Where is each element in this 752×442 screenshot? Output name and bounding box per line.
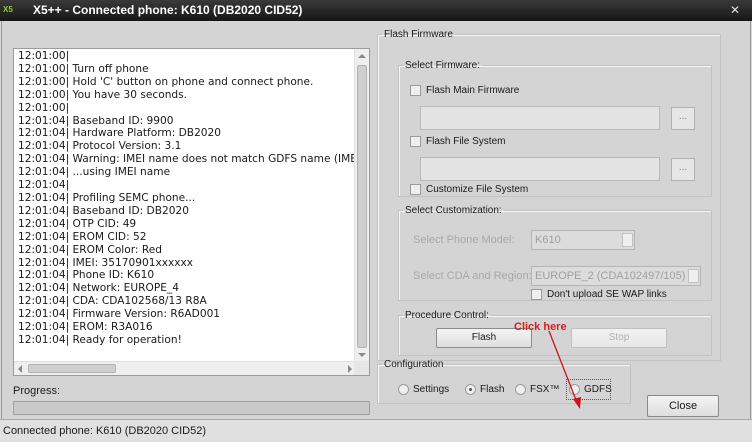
flash-file-system-label: Flash File System (426, 136, 506, 147)
settings-radio-label: Settings (413, 384, 450, 395)
window-title: X5++ - Connected phone: K610 (DB2020 CID… (33, 3, 303, 17)
browse-file-system-button[interactable]: ... (671, 158, 695, 181)
flash-main-firmware-label: Flash Main Firmware (426, 85, 520, 96)
phone-model-value: K610 (535, 234, 561, 246)
log-line: 12:01:04| Firmware Version: R6AD001 (18, 308, 221, 321)
log-horizontal-scroll-thumb[interactable] (28, 364, 116, 373)
select-firmware-title: Select Firmware: (405, 60, 481, 71)
configuration-group: Configuration Settings Flash FSX™ GDFS (377, 359, 631, 404)
main-firmware-path-field[interactable] (420, 106, 660, 130)
fsx-radio[interactable] (515, 384, 526, 395)
dropdown-icon[interactable] (688, 269, 699, 283)
window-close-button[interactable]: ✕ (728, 4, 742, 16)
log-line: 12:01:04| Profiling SEMC phone... (18, 191, 196, 204)
no-se-wap-checkbox[interactable] (531, 289, 542, 300)
title-bar: X5 X5++ - Connected phone: K610 (DB2020 … (0, 0, 752, 21)
log-line: 12:01:00| Hold 'C' button on phone and c… (18, 75, 314, 88)
log-line: 12:01:04| Baseband ID: DB2020 (18, 204, 189, 217)
phone-model-label: Select Phone Model: (413, 234, 515, 246)
log-line: 12:01:04| EROM: R3A016 (18, 321, 153, 334)
log-line: 12:01:04| ...using IMEI name (18, 166, 171, 179)
log-line: 12:01:04| Hardware Platform: DB2020 (18, 127, 222, 140)
phone-model-select[interactable]: K610 (531, 230, 635, 250)
log-line: 12:01:04| Baseband ID: 9900 (18, 114, 174, 127)
log-vertical-scroll-thumb[interactable] (357, 65, 367, 348)
log-line: 12:01:00| Turn off phone (18, 62, 149, 75)
log-horizontal-scrollbar[interactable] (14, 361, 355, 375)
log-line: 12:01:00| You have 30 seconds. (18, 88, 188, 101)
progress-bar (13, 401, 370, 415)
log-line: 12:01:04| Phone ID: K610 (18, 269, 155, 282)
log-line: 12:01:04| (18, 179, 70, 192)
log-lines: 12:01:00| 12:01:00| Turn off phone 12:01:0… (18, 50, 356, 362)
select-firmware-group: Select Firmware: Flash Main Firmware ...… (398, 60, 712, 197)
scroll-right-icon[interactable] (348, 365, 352, 373)
scroll-down-icon[interactable] (358, 353, 366, 357)
app-icon: X5 (3, 5, 13, 14)
log-line: 12:01:00| (18, 50, 70, 62)
flash-firmware-group: Flash Firmware Select Firmware: Flash Ma… (377, 29, 721, 361)
log-line: 12:01:04| EROM Color: Red (18, 243, 162, 256)
log-line: 12:01:04| EROM CID: 52 (18, 230, 147, 243)
cda-region-value: EUROPE_2 (CDA102497/105) (535, 270, 686, 282)
scroll-up-icon[interactable] (358, 54, 366, 58)
log-line: 12:01:04| Ready for operation! (18, 333, 182, 346)
log-line: 12:01:00| (18, 101, 70, 114)
select-customization-group: Select Customization: Select Phone Model… (398, 205, 712, 301)
cda-region-label: Select CDA and Region: (413, 270, 532, 282)
file-system-path-field[interactable] (420, 157, 660, 181)
log-line: 12:01:04| CDA: CDA102568/13 R8A (18, 295, 207, 308)
close-button[interactable]: Close (647, 395, 719, 417)
customize-file-system-label: Customize File System (426, 184, 529, 195)
browse-main-firmware-button[interactable]: ... (671, 107, 695, 130)
flash-radio-label: Flash (480, 384, 505, 395)
flash-firmware-title: Flash Firmware (384, 29, 453, 40)
log-line: 12:01:04| Protocol Version: 3.1 (18, 140, 182, 153)
log-line: 12:01:04| OTP CID: 49 (18, 217, 137, 230)
select-customization-title: Select Customization: (405, 205, 502, 216)
progress-label: Progress: (13, 385, 61, 397)
log-line: 12:01:04| IMEI: 35170901xxxxxx (18, 256, 194, 269)
scroll-left-icon[interactable] (18, 365, 22, 373)
annotation-arrow-icon (548, 330, 581, 409)
flash-file-system-checkbox[interactable] (410, 136, 421, 147)
flash-radio[interactable] (465, 384, 476, 395)
log-line: 12:01:04| Network: EUROPE_4 (18, 282, 179, 295)
log-line: 12:01:04| Warning: IMEI name does not ma… (18, 153, 356, 166)
status-bar: Connected phone: K610 (DB2020 CID52) (0, 419, 752, 442)
flash-main-firmware-checkbox[interactable] (410, 85, 421, 96)
customize-file-system-checkbox[interactable] (410, 184, 421, 195)
settings-radio[interactable] (398, 384, 409, 395)
scrollbar-corner (354, 361, 369, 375)
log-panel[interactable]: 12:01:00| 12:01:00| Turn off phone 12:01:0… (13, 48, 370, 376)
dropdown-icon[interactable] (622, 233, 633, 247)
procedure-control-title: Procedure Control: (405, 310, 489, 321)
status-bar-text: Connected phone: K610 (DB2020 CID52) (3, 425, 207, 437)
cda-region-select[interactable]: EUROPE_2 (CDA102497/105) (531, 266, 701, 286)
main-window: 12:01:00| 12:01:00| Turn off phone 12:01:0… (1, 21, 751, 419)
configuration-title: Configuration (384, 359, 444, 370)
no-se-wap-label: Don't upload SE WAP links (547, 289, 667, 300)
log-vertical-scrollbar[interactable] (354, 49, 369, 362)
